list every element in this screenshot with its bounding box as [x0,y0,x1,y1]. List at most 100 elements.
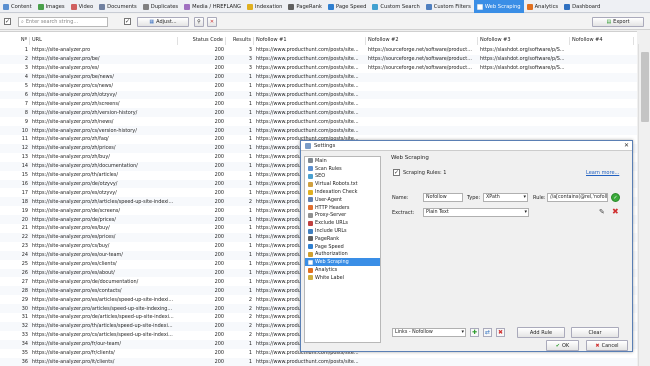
settings-item-http-headers[interactable]: HTTP Headers [305,204,380,212]
preset-select[interactable]: Links - Nofollow ▾ [392,328,466,337]
tab-dashboard[interactable]: Dashboard [561,0,603,13]
type-select[interactable]: XPath ▾ [483,193,528,202]
import-preset-button[interactable]: ⇄ [483,328,492,337]
tab-pagerank[interactable]: PageRank [285,0,325,13]
column-header[interactable]: URL [30,37,178,45]
settings-item-label: Exclude URLs [315,220,348,227]
settings-item-main[interactable]: Main [305,157,380,165]
table-cell: https://sourceforge.net/software/product… [368,65,472,72]
vertical-scrollbar[interactable] [638,44,650,366]
name-input[interactable]: Nofollow [423,193,463,202]
tab-video[interactable]: Video [68,0,97,13]
table-cell: 200 [214,180,224,187]
table-cell: 200 [214,47,224,54]
table-row[interactable]: 2 https://site-analyzer.pro/be/200 3 https:… [0,54,637,64]
settings-item-exclude-urls[interactable]: Exclude URLs [305,219,380,227]
pagerank-icon [288,3,295,10]
column-header[interactable]: Results [226,37,254,45]
settings-item-analytics[interactable]: Analytics [305,266,380,274]
close-icon[interactable]: ✕ [624,142,629,149]
rule-check-button[interactable]: ✓ [611,193,620,202]
tab-media-hreflang[interactable]: Media / HREFLANG [181,0,244,13]
settings-item-white-label[interactable]: White Label [305,274,380,282]
user-agent-icon [308,197,313,203]
table-cell: 200 [214,91,224,98]
settings-item-user-agent[interactable]: User-Agent [305,196,380,204]
columns-icon: ▦ [149,19,155,25]
scrollbar-thumb[interactable] [641,52,649,122]
edit-pencil-icon[interactable]: ✎ [599,208,605,216]
search-field[interactable]: ⌕ Enter search string... [18,17,108,27]
settings-item-authorization[interactable]: Authorization [305,251,380,259]
table-cell: 1 [248,91,252,98]
table-cell: 200 [214,154,224,161]
learn-more-link[interactable]: Learn more... [586,170,619,176]
adjust-button[interactable]: ▦ Adjust... [137,17,189,27]
tab-documents[interactable]: Documents [96,0,140,13]
tab-images[interactable]: Images [35,0,68,13]
add-rule-button[interactable]: Add Rule [517,327,565,338]
tab-content[interactable]: Content [0,0,35,13]
settings-item-proxy-server[interactable]: Proxy-Server [305,212,380,220]
tab-duplicates[interactable]: Duplicates [140,0,181,13]
settings-item-indexation-check[interactable]: Indexation Check [305,188,380,196]
settings-item-label: White Label [315,274,344,281]
settings-item-virtual-robots-txt[interactable]: Virtual Robots.txt [305,180,380,188]
settings-item-include-urls[interactable]: Include URLs [305,227,380,235]
table-row[interactable]: 5 https://site-analyzer.pro/cs/news/200 1 h… [0,82,637,91]
customsearch-icon [372,3,379,10]
tab-custom-filters[interactable]: Custom Filters [423,0,474,13]
export-icon: ▤ [606,19,612,25]
table-row[interactable]: 10 https://site-analyzer.pro/cs/version-h… [0,126,637,135]
column-header[interactable]: Nº [0,37,30,45]
clear-filter-button[interactable]: ✕ [207,17,217,27]
chevron-down-icon: ▾ [461,329,464,335]
tab-custom-search[interactable]: Custom Search [369,0,422,13]
scraping-rules-checkbox[interactable]: ✓ [393,169,400,176]
extract-select[interactable]: Plain Text ▾ [423,208,529,217]
settings-item-scan-rules[interactable]: Scan Rules [305,165,380,173]
search-input[interactable]: Enter search string... [26,19,78,25]
settings-item-seo[interactable]: SEO [305,173,380,181]
table-cell: 200 [214,145,224,152]
filter-checkbox[interactable]: ✓ [124,18,131,25]
table-row[interactable]: 7 https://site-analyzer.pro/zh/screens/20… [0,99,637,108]
table-cell: 16 [21,180,28,187]
ok-button[interactable]: ✔ OK [546,340,579,351]
add-preset-button[interactable]: ✚ [470,328,479,337]
table-cell: 1 [248,269,252,276]
tab-web-scraping[interactable]: Web Scraping [473,0,524,13]
cancel-button[interactable]: ✖ Cancel [586,340,628,351]
column-header[interactable]: Nofollow #1 [254,37,366,45]
tab-analytics[interactable]: Analytics [524,0,562,13]
table-cell: 1 [248,278,252,285]
filter-button[interactable]: ⚲ [194,17,204,27]
column-header[interactable]: Nofollow #2 [366,37,478,45]
table-row[interactable]: 1 https://site-analyzer.pro 200 3 https://ww… [0,46,637,55]
delete-rule-icon[interactable]: ✖ [612,207,619,216]
type-label: Type: [467,195,481,201]
delete-preset-button[interactable]: ✖ [496,328,505,337]
tab-indexation[interactable]: Indexation [244,0,285,13]
settings-item-page-speed[interactable]: Page Speed [305,243,380,251]
table-row[interactable]: 6 https://site-analyzer.pro/zh/otzyvy/200… [0,90,637,100]
table-row[interactable]: 9 https://site-analyzer.pro/zh/news/200 1 h… [0,117,637,126]
settings-item-pagerank[interactable]: PageRank [305,235,380,243]
export-button[interactable]: ▤ Export [592,17,644,27]
indexation-icon [247,3,253,10]
column-header[interactable]: Status Code [178,37,226,45]
table-row[interactable]: 4 https://site-analyzer.pro/be/news/200 1 h… [0,72,637,82]
column-header[interactable]: Nofollow #4 [570,37,634,45]
rule-input[interactable]: //a[contains(@rel,'nofollo [547,193,608,202]
table-row[interactable]: 8 https://site-analyzer.pro/zh/version-hi… [0,108,637,118]
clear-button[interactable]: Clear [571,327,619,338]
table-cell: 23 [21,243,28,250]
table-row[interactable]: 3 https://site-analyzer.pro/es/200 3 https:… [0,64,637,73]
column-header[interactable]: Nofollow #3 [478,37,570,45]
content-icon [3,3,9,10]
table-row[interactable]: 36 https://site-analyzer.pro/it/clients/2… [0,357,637,366]
section-title: Web Scraping [391,155,429,161]
settings-item-web-scraping[interactable]: Web Scraping [305,258,380,267]
select-all-checkbox[interactable]: ✓ [4,18,11,25]
tab-page-speed[interactable]: Page Speed [325,0,369,13]
